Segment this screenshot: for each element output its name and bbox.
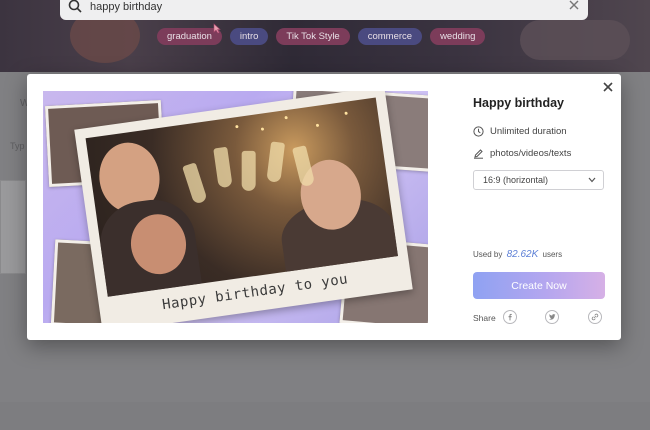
template-preview[interactable]: Happy birthday to you xyxy=(43,91,428,323)
background-thumbnail xyxy=(0,180,26,274)
twitter-icon[interactable] xyxy=(545,310,559,324)
share-label: Share xyxy=(473,313,496,323)
template-title: Happy birthday xyxy=(473,96,564,110)
media-text: photos/videos/texts xyxy=(490,147,572,159)
mouse-cursor-icon xyxy=(213,23,221,34)
usage-number: 82.62K xyxy=(506,249,539,260)
tag-commerce[interactable]: commerce xyxy=(357,28,423,45)
usage-count: Used by 82.62K users xyxy=(473,249,563,260)
media-row: photos/videos/texts xyxy=(473,146,571,160)
duration-row: Unlimited duration xyxy=(473,124,567,138)
hero-decoration xyxy=(520,20,630,60)
chevron-down-icon xyxy=(588,177,596,183)
edit-icon xyxy=(474,148,483,159)
create-now-button[interactable]: Create Now xyxy=(473,272,605,299)
background-text: Typ xyxy=(10,141,25,151)
tag-list: graduation intro Tik Tok Style commerce … xyxy=(157,28,486,45)
aspect-ratio-select[interactable]: 16:9 (horizontal) xyxy=(473,170,604,190)
duration-text: Unlimited duration xyxy=(490,125,567,137)
party-photo xyxy=(85,97,398,297)
facebook-icon[interactable] xyxy=(503,310,517,324)
share-row: Share xyxy=(473,310,607,326)
link-icon[interactable] xyxy=(588,310,602,324)
template-modal: Happy birthday to you Happy birthday Unl… xyxy=(27,74,621,340)
tag-tiktok-style[interactable]: Tik Tok Style xyxy=(276,28,350,45)
tag-wedding[interactable]: wedding xyxy=(430,28,486,45)
search-icon[interactable] xyxy=(68,0,82,13)
hero-banner: graduation intro Tik Tok Style commerce … xyxy=(0,0,650,72)
close-icon[interactable] xyxy=(601,80,615,94)
search-bar[interactable] xyxy=(60,0,588,20)
tag-intro[interactable]: intro xyxy=(229,28,269,45)
photo-frame: Happy birthday to you xyxy=(74,91,413,323)
aspect-ratio-value: 16:9 (horizontal) xyxy=(483,175,549,185)
search-input[interactable] xyxy=(90,0,530,16)
clear-search-icon[interactable] xyxy=(568,0,580,11)
clock-icon xyxy=(473,125,484,137)
